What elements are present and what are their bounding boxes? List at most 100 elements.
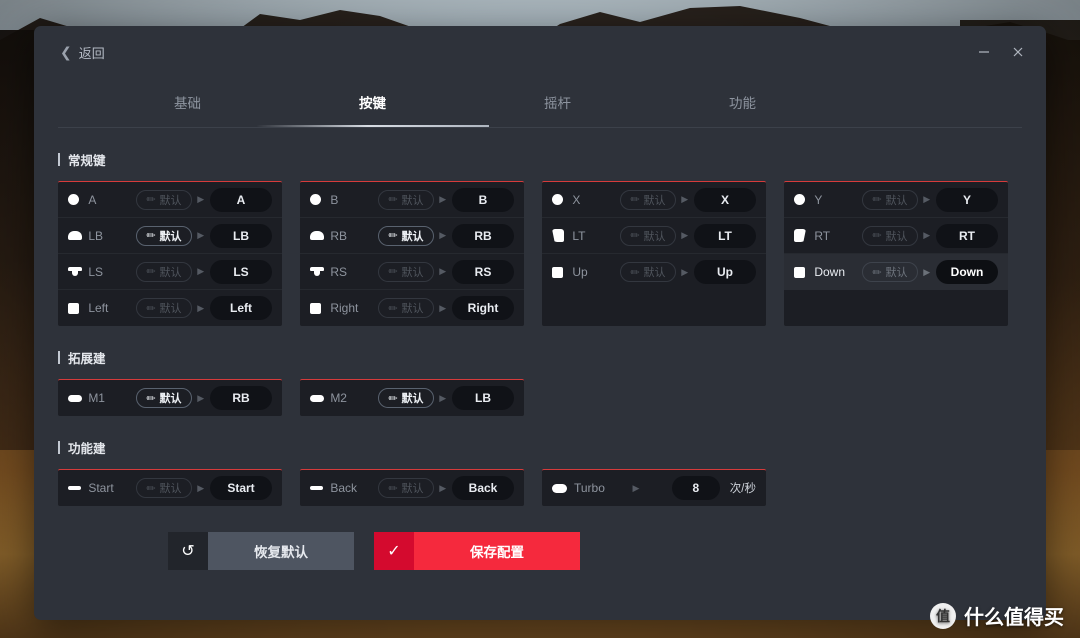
trigger-icon (552, 229, 572, 242)
default-label: 默认 (159, 303, 182, 315)
table-row[interactable]: RS ✏ 默认 ▶ RS (300, 254, 524, 290)
mapped-value[interactable]: Down (936, 260, 998, 284)
default-binding-button[interactable]: ✏ 默认 (136, 225, 192, 246)
default-binding-button[interactable]: ✏ 默认 (862, 189, 918, 210)
table-row[interactable]: LT ✏ 默认 ▶ LT (542, 218, 766, 254)
stick-icon (68, 267, 88, 276)
default-binding-button[interactable]: ✏ 默认 (620, 262, 676, 282)
mapped-value[interactable]: Y (936, 187, 998, 212)
mapped-value[interactable]: A (210, 187, 272, 212)
tab-basic[interactable]: 基础 (106, 78, 269, 127)
table-row[interactable]: B ✏ 默认 ▶ B (300, 182, 524, 218)
arrow-right-icon: ▶ (681, 230, 689, 240)
table-row[interactable]: Up ✏ 默认 ▶ Up (542, 254, 766, 290)
mapped-value[interactable]: RB (210, 386, 272, 410)
arrow-right-icon: ▶ (439, 482, 447, 493)
section-title-expansion-keys: 拓展建 (58, 348, 1022, 367)
tab-functions[interactable]: 功能 (661, 78, 824, 127)
table-row[interactable]: M1 ✏ 默认 ▶ RB (58, 380, 282, 416)
table-row[interactable]: RT ✏ 默认 ▶ RT (784, 218, 1008, 254)
back-key-icon (310, 486, 330, 490)
table-row[interactable]: LS ✏ 默认 ▶ LS (58, 254, 282, 290)
circle-button-icon (552, 194, 572, 205)
default-binding-button[interactable]: ✏ 默认 (136, 298, 192, 318)
minimize-button[interactable] (970, 39, 998, 65)
table-row[interactable]: LB ✏ 默认 ▶ LB (58, 218, 282, 254)
table-row[interactable]: Back ✏ 默认 ▶ Back (300, 470, 524, 506)
table-row[interactable]: Down ✏ 默认 ▶ Down (784, 254, 1008, 290)
default-binding-button[interactable]: ✏ 默认 (136, 261, 192, 282)
default-binding-button[interactable]: ✏ 默认 (378, 261, 434, 282)
mapped-value[interactable]: Up (694, 260, 756, 284)
default-label: 默认 (159, 230, 182, 243)
table-row[interactable]: Y ✏ 默认 ▶ Y (784, 182, 1008, 218)
circle-button-icon (68, 194, 88, 205)
mapped-value[interactable]: X (694, 187, 756, 212)
key-label: RT (814, 228, 831, 243)
default-binding-button[interactable]: ✏ 默认 (378, 478, 434, 498)
close-button[interactable] (1004, 39, 1032, 65)
arrow-right-icon: ▶ (923, 230, 931, 240)
default-binding-button[interactable]: ✏ 默认 (378, 225, 434, 246)
default-binding-button[interactable]: ✏ 默认 (136, 388, 192, 408)
key-card-column-1: A ✏ 默认 ▶ A LB ✏ 默认 ▶ LB LS ✏ 默认 ▶ LS Lef… (58, 181, 282, 326)
table-row[interactable]: Right ✏ 默认 ▶ Right (300, 290, 524, 326)
arrow-right-icon: ▶ (681, 266, 689, 277)
default-binding-button[interactable]: ✏ 默认 (862, 262, 918, 282)
key-label: LT (572, 228, 586, 243)
pencil-icon: ✏ (630, 194, 640, 206)
pencil-icon: ✏ (388, 302, 398, 315)
table-row[interactable]: Start ✏ 默认 ▶ Start (58, 470, 282, 506)
mapped-value[interactable]: LS (210, 259, 272, 284)
default-binding-button[interactable]: ✏ 默认 (136, 478, 192, 498)
default-binding-button[interactable]: ✏ 默认 (378, 388, 434, 408)
table-row[interactable]: RB ✏ 默认 ▶ RB (300, 218, 524, 254)
default-label: 默认 (885, 194, 908, 207)
default-binding-button[interactable]: ✏ 默认 (862, 225, 918, 246)
mapped-value[interactable]: Back (452, 476, 514, 500)
watermark: 值 什么值得买 (930, 601, 1064, 630)
default-binding-button[interactable]: ✏ 默认 (378, 298, 434, 318)
save-config-button[interactable]: ✓ 保存配置 (374, 532, 580, 570)
default-binding-button[interactable]: ✏ 默认 (620, 225, 676, 246)
mapped-value[interactable]: LB (452, 386, 514, 410)
watermark-logo-icon: 值 (930, 602, 956, 629)
mapped-value[interactable]: LB (210, 223, 272, 248)
pencil-icon: ✏ (146, 194, 156, 206)
key-label: B (330, 192, 339, 207)
default-label: 默认 (643, 267, 666, 279)
restore-defaults-button[interactable]: ↺ 恢复默认 (168, 532, 354, 570)
function-card-turbo: Turbo ▶ 8 次/秒 (542, 469, 766, 506)
tab-joystick[interactable]: 摇杆 (476, 78, 639, 127)
function-keys-grid: Start ✏ 默认 ▶ Start Back ✏ 默认 ▶ Back Turb… (58, 469, 1022, 506)
back-button[interactable]: ❮ 返回 (60, 40, 105, 64)
default-label: 默认 (401, 266, 424, 279)
key-label: X (572, 192, 581, 207)
mapped-value[interactable]: RT (936, 223, 998, 248)
section-title-regular-keys: 常规键 (58, 150, 1022, 169)
turbo-rate-value[interactable]: 8 (671, 476, 720, 500)
mapped-value[interactable]: Left (210, 296, 272, 320)
default-binding-button[interactable]: ✏ 默认 (136, 189, 192, 210)
mapped-value[interactable]: Right (452, 296, 514, 320)
tab-buttons[interactable]: 按键 (256, 78, 489, 127)
trigger-icon (794, 229, 814, 242)
table-row[interactable]: Left ✏ 默认 ▶ Left (58, 290, 282, 326)
arrow-right-icon: ▶ (197, 230, 205, 240)
watermark-text: 什么值得买 (964, 607, 1064, 629)
table-row[interactable]: X ✏ 默认 ▶ X (542, 182, 766, 218)
table-row[interactable]: M2 ✏ 默认 ▶ LB (300, 380, 524, 416)
default-binding-button[interactable]: ✏ 默认 (620, 189, 676, 210)
dpad-icon (794, 266, 814, 278)
table-row[interactable]: A ✏ 默认 ▶ A (58, 182, 282, 218)
mapped-value[interactable]: LT (694, 223, 756, 248)
start-key-icon (68, 486, 88, 490)
mapped-value[interactable]: B (452, 187, 514, 212)
mapped-value[interactable]: Start (210, 476, 272, 500)
mapped-value[interactable]: RB (452, 223, 514, 248)
expansion-card-m2: M2 ✏ 默认 ▶ LB (300, 379, 524, 416)
mapped-value[interactable]: RS (452, 259, 514, 284)
controller-settings-window: ❮ 返回 基础 按键 摇杆 功能 常规键 A ✏ 默认 ▶ A LB ✏ 默认 … (34, 26, 1046, 620)
default-binding-button[interactable]: ✏ 默认 (378, 189, 434, 210)
table-row[interactable]: Turbo ▶ 8 次/秒 (542, 470, 766, 506)
